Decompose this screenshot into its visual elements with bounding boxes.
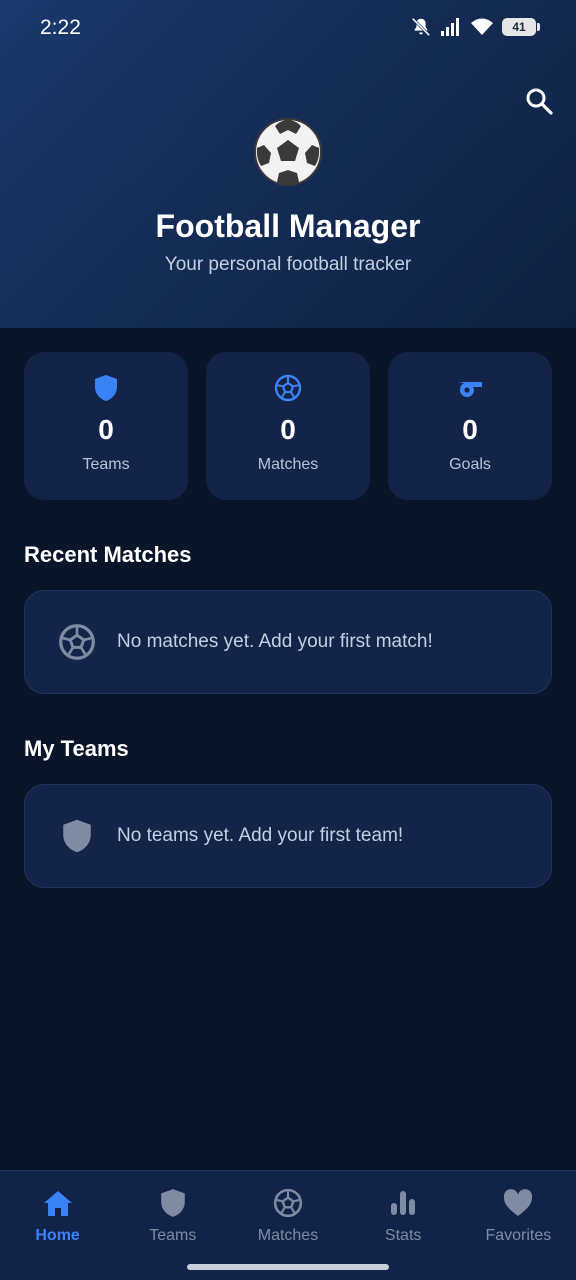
shield-icon	[157, 1187, 189, 1219]
status-icons: 41	[410, 16, 540, 38]
app-title: Football Manager	[155, 208, 421, 244]
status-bar: 2:22 41	[0, 0, 576, 56]
recent-matches-empty-message: No matches yet. Add your first match!	[117, 631, 433, 652]
soccer-ball-icon	[252, 116, 324, 188]
shield-icon	[57, 816, 97, 856]
mute-bell-icon	[410, 16, 432, 38]
matches-label: Matches	[257, 456, 319, 473]
stat-card-teams[interactable]: 0 Teams	[24, 352, 188, 500]
nav-label-stats: Stats	[384, 1227, 422, 1244]
heart-icon	[502, 1187, 534, 1219]
recent-matches-title: Recent Matches	[24, 542, 192, 567]
nav-label-matches: Matches	[257, 1227, 319, 1244]
goals-count: 0	[462, 414, 478, 445]
battery-icon: 41	[502, 18, 540, 36]
header: 2:22 41 Football Manager Your personal f…	[0, 0, 576, 328]
status-time: 2:22	[40, 16, 81, 39]
soccer-ball-icon	[272, 1187, 304, 1219]
recent-matches-empty-card: No matches yet. Add your first match!	[24, 590, 552, 694]
stat-card-matches[interactable]: 0 Matches	[206, 352, 370, 500]
bar-chart-icon	[387, 1187, 419, 1219]
soccer-ball-icon	[57, 622, 97, 662]
my-teams-empty-card: No teams yet. Add your first team!	[24, 784, 552, 888]
shield-icon	[92, 374, 120, 402]
nav-label-teams: Teams	[149, 1227, 197, 1244]
soccer-ball-icon	[274, 374, 302, 402]
my-teams-title: My Teams	[24, 736, 129, 761]
app-subtitle: Your personal football tracker	[164, 254, 412, 275]
home-icon	[42, 1187, 74, 1219]
search-icon	[526, 88, 553, 115]
search-button[interactable]	[524, 86, 554, 116]
nav-item-favorites[interactable]: Favorites	[461, 1171, 576, 1280]
matches-count: 0	[280, 414, 296, 445]
home-indicator[interactable]	[187, 1264, 389, 1270]
teams-count: 0	[98, 414, 114, 445]
wifi-icon	[470, 17, 494, 37]
whistle-icon	[456, 374, 484, 402]
app-screen: 2:22 41 Football Manager Your personal f…	[0, 0, 576, 1280]
my-teams-empty-message: No teams yet. Add your first team!	[117, 825, 404, 846]
goals-label: Goals	[449, 456, 491, 473]
nav-label-home: Home	[35, 1227, 80, 1244]
nav-label-favorites: Favorites	[485, 1227, 552, 1244]
stat-card-goals[interactable]: 0 Goals	[388, 352, 552, 500]
teams-label: Teams	[82, 456, 130, 473]
battery-level: 41	[512, 20, 526, 34]
signal-icon	[440, 17, 462, 37]
nav-item-home[interactable]: Home	[0, 1171, 115, 1280]
